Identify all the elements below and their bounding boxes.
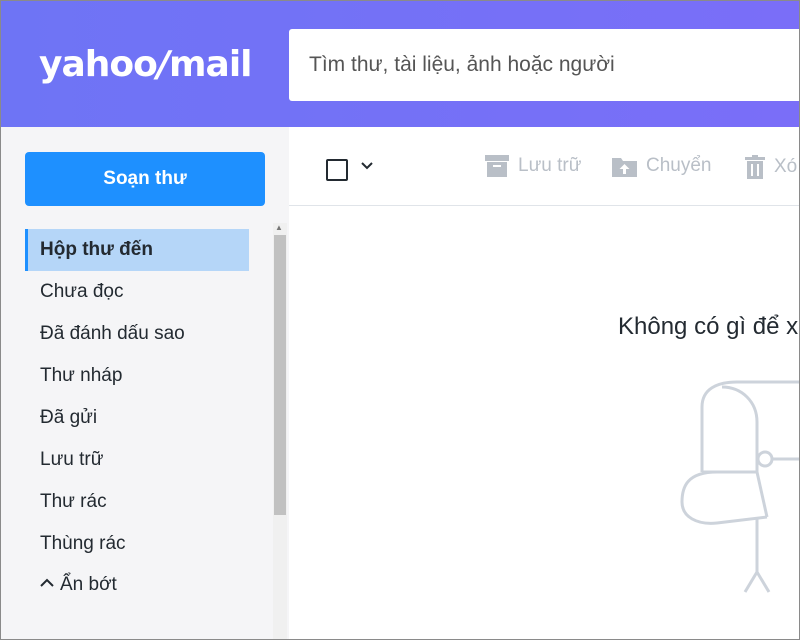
chevron-down-icon[interactable] xyxy=(359,157,375,173)
logo-slash: / xyxy=(156,44,170,85)
compose-button[interactable]: Soạn thư xyxy=(25,152,265,206)
chevron-up-icon xyxy=(40,578,54,587)
sidebar: Soạn thư Hộp thư đến Chưa đọc Đã đánh dấ… xyxy=(1,127,289,639)
sidebar-item-drafts[interactable]: Thư nháp xyxy=(25,355,249,397)
sidebar-scrollbar-thumb[interactable] xyxy=(274,235,286,515)
archive-label: Lưu trữ xyxy=(518,155,582,176)
move-label: Chuyển xyxy=(646,155,712,176)
sidebar-item-unread[interactable]: Chưa đọc xyxy=(25,271,249,313)
move-button[interactable]: Chuyển xyxy=(612,155,712,177)
sidebar-item-spam[interactable]: Thư rác xyxy=(25,481,249,523)
sidebar-item-archive[interactable]: Lưu trữ xyxy=(25,439,249,481)
sidebar-item-starred[interactable]: Đã đánh dấu sao xyxy=(25,313,249,355)
delete-label: Xó xyxy=(774,156,798,177)
archive-button[interactable]: Lưu trữ xyxy=(485,155,581,177)
archive-icon xyxy=(485,155,509,177)
sidebar-item-inbox[interactable]: Hộp thư đến xyxy=(25,229,249,271)
message-toolbar: Lưu trữ Chuyển Xó xyxy=(289,127,799,206)
scroll-up-arrow-icon[interactable]: ▲ xyxy=(275,223,283,232)
select-all-checkbox[interactable] xyxy=(326,159,348,181)
collapse-toggle[interactable]: Ẩn bớt xyxy=(25,565,249,605)
message-pane: Lưu trữ Chuyển Xó Không có gì để x xyxy=(289,127,799,639)
logo-yahoo: yahoo xyxy=(39,44,158,85)
collapse-label: Ẩn bớt xyxy=(60,574,117,595)
logo-mail: mail xyxy=(169,44,252,85)
move-folder-icon xyxy=(612,158,637,177)
yahoo-mail-logo[interactable]: yahoo/mail xyxy=(39,41,253,89)
search-box[interactable] xyxy=(289,29,799,101)
app-window: yahoo/mail Soạn thư Hộp thư đến Chưa đọc… xyxy=(0,0,800,640)
header-bar: yahoo/mail xyxy=(1,1,799,127)
trash-icon xyxy=(745,155,765,179)
empty-mailbox-illustration xyxy=(680,380,799,593)
empty-state-message: Không có gì để x xyxy=(618,313,799,340)
sidebar-item-sent[interactable]: Đã gửi xyxy=(25,397,249,439)
sidebar-item-trash[interactable]: Thùng rác xyxy=(25,523,249,565)
folder-list: Hộp thư đến Chưa đọc Đã đánh dấu sao Thư… xyxy=(25,229,249,605)
search-input[interactable] xyxy=(307,52,799,78)
delete-button[interactable]: Xó xyxy=(745,155,797,179)
